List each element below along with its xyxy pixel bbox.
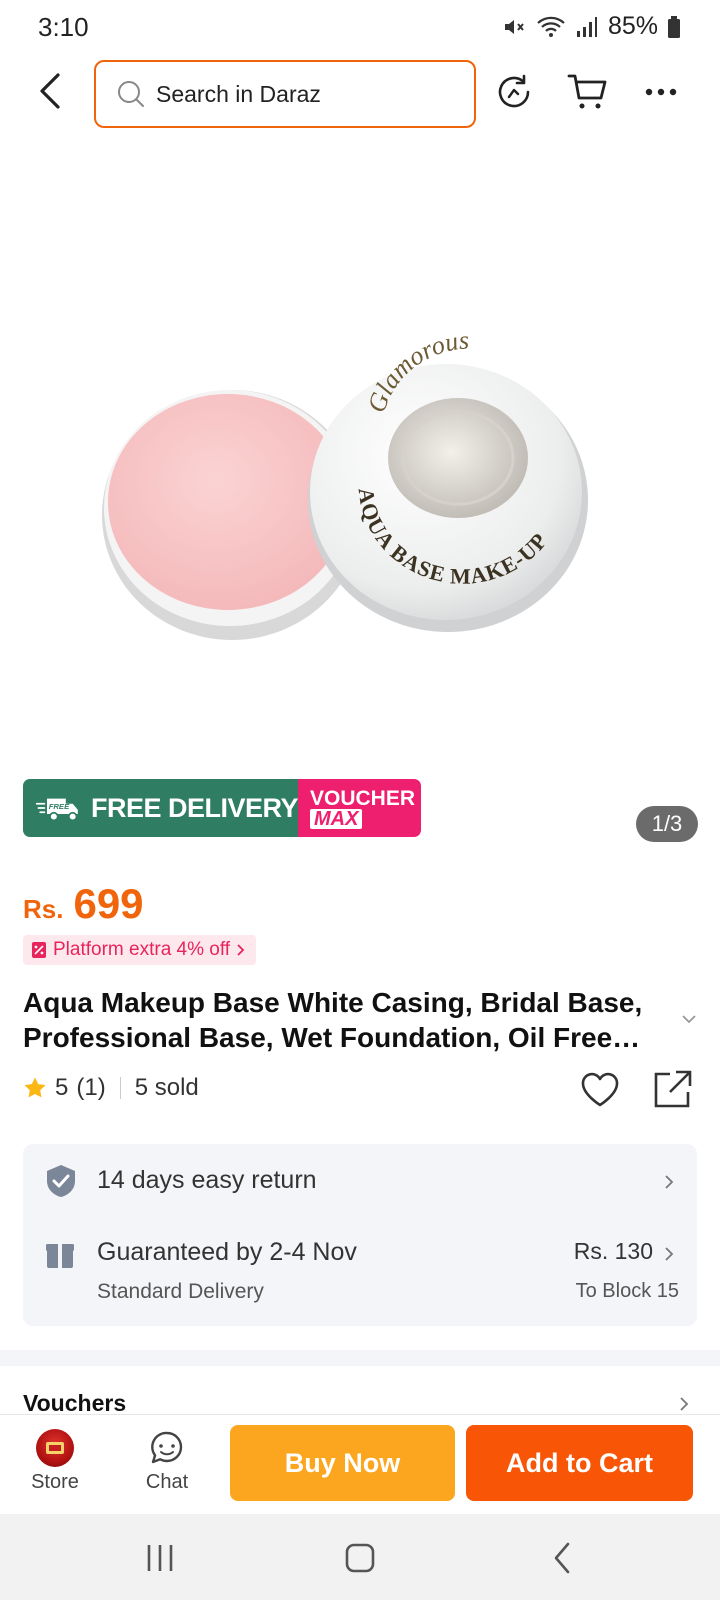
voucher-max-badge: VOUCHER MAX [298, 779, 421, 837]
platform-discount-text: Platform extra 4% off [53, 939, 231, 960]
delivery-guarantee-text: Guaranteed by 2-4 Nov [97, 1238, 357, 1266]
chat-button[interactable]: Chat [127, 1429, 207, 1494]
product-photo: Glamorous AQUA BASE MAKE-UP [102, 325, 588, 640]
free-delivery-text: FREE DELIVERY [90, 792, 299, 823]
rating-row[interactable]: 5 (1) 5 sold [23, 1074, 199, 1102]
delivery-fee: Rs. 130 [573, 1238, 653, 1264]
price: Rs. 699 [23, 880, 144, 928]
service-box: 14 days easy return Guaranteed by 2-4 No… [23, 1144, 697, 1326]
price-amount: 699 [73, 880, 144, 927]
refresh-button[interactable] [490, 68, 538, 116]
recent-apps-button[interactable] [138, 1536, 182, 1580]
shield-check-icon [47, 1165, 75, 1197]
price-currency: Rs. [23, 894, 64, 924]
share-icon [654, 1070, 692, 1108]
wifi-icon [536, 15, 566, 39]
gift-box-icon [46, 1244, 74, 1268]
back-arrow-icon [40, 73, 60, 109]
divider [119, 1077, 121, 1099]
back-nav-icon [554, 1542, 570, 1574]
delivery-type-text: Standard Delivery [97, 1280, 264, 1303]
system-nav-bar [0, 1514, 720, 1600]
heart-icon [581, 1072, 619, 1107]
store-label: Store [31, 1471, 79, 1493]
bottom-action-bar: Store Chat Buy Now Add to Cart [0, 1414, 720, 1514]
chevron-right-icon [237, 944, 245, 956]
header [0, 56, 720, 132]
chevron-right-icon [665, 1247, 674, 1261]
chevron-down-icon [682, 1015, 696, 1024]
search-icon [118, 81, 144, 107]
more-icon [645, 88, 677, 96]
mute-icon [502, 15, 526, 39]
search-box[interactable] [94, 60, 476, 128]
refresh-icon [498, 74, 530, 108]
delivery-truck-icon: FREE [35, 798, 78, 822]
platform-discount-tag[interactable]: Platform extra 4% off [23, 935, 257, 965]
free-delivery-badge: FREE FREE DELIVERY [23, 779, 299, 837]
more-button[interactable] [637, 68, 685, 116]
home-button[interactable] [338, 1536, 382, 1580]
section-divider [0, 1350, 720, 1366]
free-badge-text: FREE [49, 802, 70, 811]
chat-label: Chat [145, 1471, 189, 1493]
buy-now-button[interactable]: Buy Now [230, 1425, 455, 1501]
cart-button[interactable] [564, 68, 612, 116]
status-bar: 3:10 85% [0, 0, 720, 52]
voucher-max-text: MAX [310, 808, 363, 829]
promo-banner[interactable]: FREE FREE DELIVERY VOUCHER MAX [23, 779, 421, 837]
delivery-row[interactable]: Guaranteed by 2-4 Nov Standard Delivery … [23, 1218, 697, 1326]
rating-count: (1) [76, 1074, 106, 1101]
product-image[interactable]: Glamorous AQUA BASE MAKE-UP [0, 140, 720, 760]
vouchers-row[interactable]: Vouchers [0, 1366, 720, 1416]
signal-icon [576, 16, 598, 38]
battery-icon [668, 15, 680, 38]
vouchers-label: Vouchers [23, 1390, 127, 1416]
voucher-text: VOUCHER [310, 786, 416, 810]
back-button[interactable] [26, 68, 72, 114]
back-nav-button[interactable] [540, 1536, 584, 1580]
return-policy-text: 14 days easy return [97, 1166, 317, 1194]
title-expand-button[interactable] [678, 1008, 700, 1030]
sold-count: 5 sold [134, 1074, 199, 1101]
image-counter: 1/3 [636, 806, 698, 842]
delivery-destination: To Block 15 [575, 1280, 679, 1302]
share-button[interactable] [650, 1068, 694, 1112]
cart-icon [567, 74, 607, 109]
product-title: Aqua Makeup Base White Casing, Bridal Ba… [23, 987, 643, 1053]
star-icon [24, 1077, 46, 1098]
status-time: 3:10 [38, 12, 89, 42]
search-input[interactable] [156, 80, 446, 108]
wishlist-button[interactable] [578, 1068, 622, 1112]
chat-icon [151, 1431, 183, 1464]
discount-icon [32, 942, 46, 958]
return-policy-row[interactable]: 14 days easy return [23, 1144, 697, 1218]
status-icons: 85% [502, 12, 680, 41]
store-button[interactable]: Store [15, 1429, 95, 1494]
chevron-right-icon [680, 1397, 689, 1411]
rating-value: 5 [55, 1074, 69, 1101]
store-logo-icon [36, 1429, 74, 1467]
recent-apps-icon [147, 1545, 173, 1571]
home-icon [345, 1543, 375, 1573]
battery-text: 85% [607, 12, 658, 40]
chevron-right-icon [665, 1175, 674, 1189]
add-to-cart-button[interactable]: Add to Cart [466, 1425, 693, 1501]
